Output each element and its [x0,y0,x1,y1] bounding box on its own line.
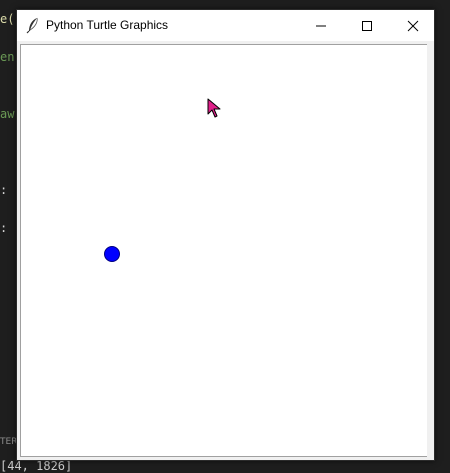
feather-icon [26,17,38,34]
turtle-window: Python Turtle Graphics [16,9,435,461]
bg-code-fragment: e( [0,12,15,26]
turtle-canvas[interactable] [20,44,431,457]
bg-code-fragment: en [0,50,15,64]
bg-status-fragment: TER [0,437,18,447]
close-button[interactable] [390,10,436,41]
maximize-icon [362,20,372,31]
close-icon [407,20,419,31]
bg-code-fragment: : [0,221,8,235]
turtle-arrow-icon [207,98,221,118]
minimize-button[interactable] [298,10,344,41]
maximize-button[interactable] [344,10,390,41]
bg-code-fragment: : [0,183,8,197]
minimize-icon [316,25,326,26]
turtle-dot [104,246,120,262]
bg-coords-fragment: [44, 1826] [0,459,73,473]
bg-code-fragment: aw [0,107,15,121]
window-title: Python Turtle Graphics [46,18,169,32]
title-bar[interactable]: Python Turtle Graphics [17,10,434,41]
canvas-border [427,44,432,457]
